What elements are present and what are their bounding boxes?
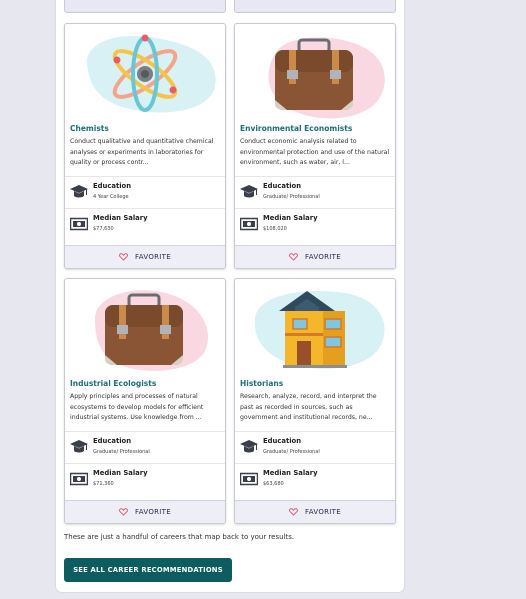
- briefcase-icon: [95, 290, 209, 371]
- education-label: Education: [263, 182, 302, 190]
- salary-value: $108,020: [263, 226, 287, 232]
- salary-label: Median Salary: [263, 469, 318, 477]
- heart-icon: [119, 253, 128, 261]
- favorite-label: FAVORITE: [135, 253, 171, 261]
- salary-label: Median Salary: [263, 214, 318, 222]
- favorite-label: FAVORITE: [305, 508, 341, 516]
- graduation-cap-icon: [240, 440, 258, 453]
- favorite-button[interactable]: FAVORITE: [235, 245, 395, 268]
- career-title[interactable]: Industrial Ecologists: [70, 379, 156, 388]
- salary-label: Median Salary: [93, 214, 148, 222]
- education-label: Education: [93, 437, 132, 445]
- career-card-environmental-economists[interactable]: Environmental Economists Conduct economi…: [234, 23, 396, 269]
- education-value: 4 Year College: [93, 194, 129, 200]
- favorite-button[interactable]: FAVORITE: [65, 245, 225, 268]
- career-card-historians[interactable]: Historians Research, analyze, record, an…: [234, 278, 396, 524]
- money-icon: [70, 472, 88, 486]
- salary-value: $63,680: [263, 481, 284, 487]
- education-value: Graduate/ Professional: [263, 194, 320, 200]
- education-row: Education Graduate/ Professional: [235, 431, 395, 462]
- results-footnote: These are just a handful of careers that…: [64, 533, 295, 541]
- house-icon: [254, 290, 385, 369]
- atom-icon: [86, 34, 216, 113]
- heart-icon: [119, 508, 128, 516]
- heart-icon: [289, 253, 298, 261]
- graduation-cap-icon: [70, 440, 88, 453]
- career-description: Apply principles and processes of natura…: [70, 393, 204, 421]
- graduation-cap-icon: [240, 185, 258, 198]
- career-card-chemists[interactable]: Chemists Conduct qualitative and quantit…: [64, 23, 226, 269]
- career-title[interactable]: Environmental Economists: [240, 124, 352, 133]
- career-card-industrial-ecologists[interactable]: Industrial Ecologists Apply principles a…: [64, 278, 226, 524]
- money-icon: [240, 217, 258, 231]
- money-icon: [240, 472, 258, 486]
- salary-row: Median Salary $77,630: [65, 208, 225, 239]
- education-row: Education Graduate/ Professional: [235, 176, 395, 207]
- salary-value: $71,360: [93, 481, 114, 487]
- career-description: Conduct economic analysis related to env…: [240, 138, 390, 166]
- education-value: Graduate/ Professional: [93, 449, 150, 455]
- favorite-button[interactable]: FAVORITE: [65, 500, 225, 523]
- favorite-label: FAVORITE: [135, 508, 171, 516]
- salary-row: Median Salary $71,360: [65, 463, 225, 494]
- favorite-button[interactable]: FAVORITE: [235, 500, 395, 523]
- salary-value: $77,630: [93, 226, 114, 232]
- career-title[interactable]: Chemists: [70, 124, 109, 133]
- money-icon: [70, 217, 88, 231]
- career-description: Conduct qualitative and quantitative che…: [70, 138, 214, 166]
- heart-icon: [289, 508, 298, 516]
- career-title[interactable]: Historians: [240, 379, 283, 388]
- education-row: Education Graduate/ Professional: [65, 431, 225, 462]
- previous-card-right: [234, 0, 396, 13]
- briefcase-icon: [268, 37, 385, 119]
- education-row: Education 4 Year College: [65, 176, 225, 207]
- previous-card-left: [64, 0, 226, 13]
- salary-label: Median Salary: [93, 469, 148, 477]
- education-label: Education: [263, 437, 302, 445]
- see-all-recommendations-button[interactable]: SEE ALL CAREER RECOMMENDATIONS: [64, 558, 232, 582]
- salary-row: Median Salary $108,020: [235, 208, 395, 239]
- graduation-cap-icon: [70, 185, 88, 198]
- education-value: Graduate/ Professional: [263, 449, 320, 455]
- favorite-label: FAVORITE: [305, 253, 341, 261]
- salary-row: Median Salary $63,680: [235, 463, 395, 494]
- education-label: Education: [93, 182, 132, 190]
- career-description: Research, analyze, record, and interpret…: [240, 393, 377, 421]
